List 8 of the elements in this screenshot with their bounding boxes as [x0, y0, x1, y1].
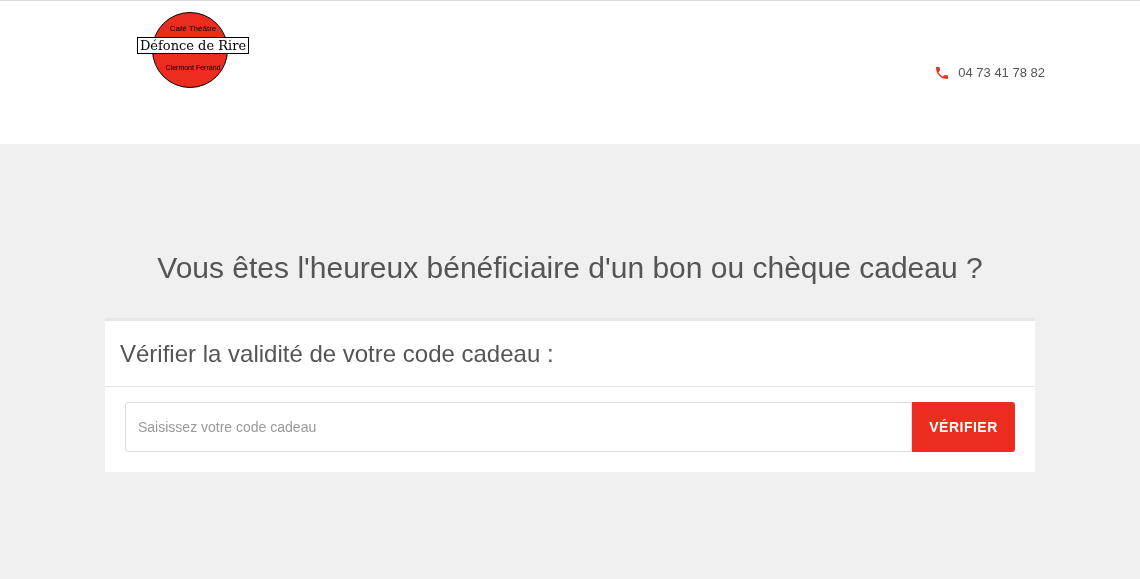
logo-name: Défonce de Rire — [137, 37, 249, 54]
page-heading: Vous êtes l'heureux bénéficiaire d'un bon ou chèque cadeau ? — [156, 250, 984, 286]
card-title: Vérifier la validité de votre code cadeau : — [120, 338, 554, 369]
verify-button[interactable]: VÉRIFIER — [912, 402, 1015, 452]
logo-tagline: Café Théâtre — [169, 24, 217, 34]
phone-icon — [934, 64, 951, 81]
gift-code-field[interactable]: Saisissez votre code cadeau — [125, 402, 912, 452]
phone-number: 04 73 41 78 82 — [958, 64, 1045, 82]
